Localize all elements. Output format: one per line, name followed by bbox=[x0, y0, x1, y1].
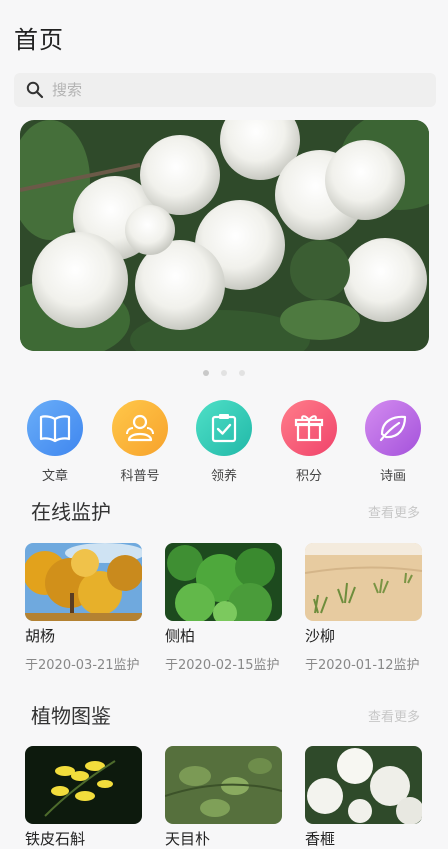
search-bar[interactable] bbox=[14, 73, 436, 107]
category-poetry[interactable]: 诗画 bbox=[353, 400, 433, 484]
plant-thumbnail bbox=[25, 746, 142, 824]
carousel-dot[interactable] bbox=[221, 370, 227, 376]
monitoring-more-link[interactable]: 查看更多 bbox=[368, 502, 420, 521]
monitor-card[interactable]: 胡杨 于2020-03-21监护 bbox=[25, 543, 142, 673]
banner-image bbox=[20, 120, 429, 351]
category-label: 诗画 bbox=[379, 469, 406, 484]
plant-thumbnail bbox=[305, 746, 422, 824]
plant-thumbnail bbox=[305, 543, 422, 621]
people-icon bbox=[112, 400, 168, 456]
plant-thumbnail bbox=[165, 543, 282, 621]
page-title: 首页 bbox=[14, 26, 64, 54]
section-title-monitoring: 在线监护 bbox=[31, 500, 111, 524]
plant-name: 胡杨 bbox=[25, 627, 56, 645]
atlas-card[interactable]: 铁皮石斛 bbox=[25, 746, 142, 849]
search-input[interactable] bbox=[50, 80, 394, 100]
clipboard-check-icon bbox=[196, 400, 252, 456]
carousel-indicator bbox=[0, 370, 448, 376]
category-adopt[interactable]: 领养 bbox=[184, 400, 264, 484]
monitor-card[interactable]: 侧柏 于2020-02-15监护 bbox=[165, 543, 282, 673]
category-articles[interactable]: 文章 bbox=[15, 400, 95, 484]
monitor-date: 于2020-03-21监护 bbox=[25, 658, 140, 673]
monitor-date: 于2020-02-15监护 bbox=[165, 658, 280, 673]
category-label: 科普号 bbox=[120, 469, 160, 484]
plant-thumbnail bbox=[165, 746, 282, 824]
atlas-card[interactable]: 香榧 bbox=[305, 746, 422, 849]
category-science[interactable]: 科普号 bbox=[100, 400, 180, 484]
section-title-atlas: 植物图鉴 bbox=[31, 704, 111, 728]
leaf-icon bbox=[365, 400, 421, 456]
monitor-date: 于2020-01-12监护 bbox=[305, 658, 420, 673]
monitor-card[interactable]: 沙柳 于2020-01-12监护 bbox=[305, 543, 422, 673]
carousel-dot[interactable] bbox=[203, 370, 209, 376]
plant-thumbnail bbox=[25, 543, 142, 621]
atlas-card[interactable]: 天目朴 bbox=[165, 746, 282, 849]
category-label: 领养 bbox=[210, 469, 237, 484]
carousel-dot[interactable] bbox=[239, 370, 245, 376]
gift-icon bbox=[281, 400, 337, 456]
category-label: 积分 bbox=[295, 469, 322, 484]
banner-carousel[interactable] bbox=[20, 120, 429, 351]
category-points[interactable]: 积分 bbox=[269, 400, 349, 484]
plant-name: 侧柏 bbox=[165, 627, 196, 645]
plant-name: 沙柳 bbox=[305, 627, 336, 645]
book-icon bbox=[27, 400, 83, 456]
search-icon bbox=[26, 81, 44, 99]
category-label: 文章 bbox=[41, 469, 68, 484]
atlas-more-link[interactable]: 查看更多 bbox=[368, 706, 420, 725]
